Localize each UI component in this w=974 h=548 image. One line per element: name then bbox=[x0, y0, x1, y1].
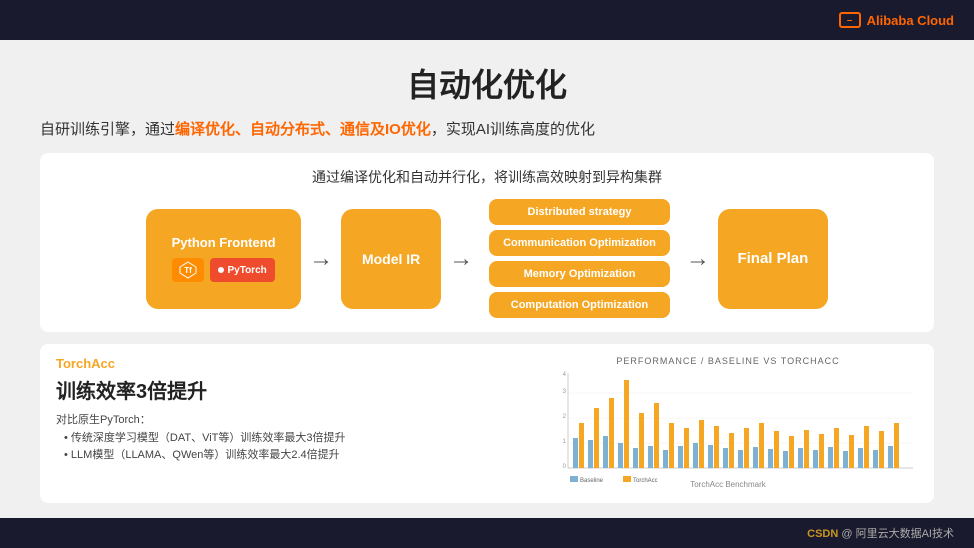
subtitle-part1: 自研训练引擎，通过 bbox=[40, 121, 175, 138]
computation-optimization-box: Computation Optimization bbox=[489, 292, 670, 318]
model-ir-box: Model IR bbox=[341, 209, 441, 309]
alibaba-logo-text: Alibaba Cloud bbox=[867, 13, 954, 28]
tensorflow-logo: Tf bbox=[172, 258, 204, 282]
pytorch-text: PyTorch bbox=[227, 265, 266, 276]
alibaba-logo: Alibaba Cloud bbox=[839, 12, 954, 28]
desc-item-1: 传统深度学习模型（DAT、ViT等）训练效率最大3倍提升 bbox=[64, 430, 522, 448]
pytorch-logo: PyTorch bbox=[210, 258, 275, 282]
footer-company: 阿里云大数据AI技术 bbox=[856, 528, 954, 540]
top-bar: Alibaba Cloud bbox=[0, 0, 974, 40]
svg-text:TorchAcc: TorchAcc bbox=[633, 478, 658, 484]
subtitle-highlight: 编译优化、自动分布式、通信及IO优化 bbox=[175, 121, 431, 138]
framework-logos: Tf PyTorch bbox=[172, 258, 275, 282]
diagram-title: 通过编译优化和自动并行化，将训练高效映射到异构集群 bbox=[60, 167, 914, 187]
diagram-box: 通过编译优化和自动并行化，将训练高效映射到异构集群 Python Fronten… bbox=[40, 153, 934, 332]
svg-text:Tf: Tf bbox=[184, 266, 192, 275]
arrow-1: → bbox=[309, 245, 333, 273]
bottom-left: TorchAcc 训练效率3倍提升 对比原生PyTorch： 传统深度学习模型（… bbox=[56, 356, 522, 491]
optimization-stack: Distributed strategy Communication Optim… bbox=[489, 199, 670, 318]
chart-title: PERFORMANCE / BASELINE VS TORCHACC bbox=[538, 356, 918, 366]
chart-area: 0 1 2 3 4 bbox=[538, 368, 918, 488]
subtitle-part2: ，实现AI训练高度的优化 bbox=[431, 121, 595, 138]
desc-intro: 对比原生PyTorch： bbox=[56, 414, 151, 426]
svg-text:Baseline: Baseline bbox=[580, 478, 604, 484]
distributed-strategy-box: Distributed strategy bbox=[489, 199, 670, 225]
footer-separator: @ bbox=[841, 528, 852, 540]
desc-list: 传统深度学习模型（DAT、ViT等）训练效率最大3倍提升 LLM模型（LLAMA… bbox=[56, 430, 522, 465]
bottom-heading: 训练效率3倍提升 bbox=[56, 375, 522, 404]
footer-bar: CSDN @ 阿里云大数据AI技术 bbox=[0, 518, 974, 548]
final-plan-box: Final Plan bbox=[718, 209, 828, 309]
svg-text:0: 0 bbox=[563, 464, 567, 470]
memory-optimization-box: Memory Optimization bbox=[489, 261, 670, 287]
communication-optimization-box: Communication Optimization bbox=[489, 230, 670, 256]
svg-text:1: 1 bbox=[563, 439, 567, 445]
subtitle-line: 自研训练引擎，通过编译优化、自动分布式、通信及IO优化，实现AI训练高度的优化 bbox=[40, 118, 934, 139]
model-ir-label: Model IR bbox=[362, 251, 420, 267]
svg-text:3: 3 bbox=[563, 389, 567, 395]
csdn-label: CSDN bbox=[807, 528, 838, 540]
bottom-section: TorchAcc 训练效率3倍提升 对比原生PyTorch： 传统深度学习模型（… bbox=[40, 344, 934, 503]
page-title: 自动化优化 bbox=[40, 60, 934, 106]
slide: Alibaba Cloud 自动化优化 自研训练引擎，通过编译优化、自动分布式、… bbox=[0, 0, 974, 548]
alibaba-icon bbox=[839, 12, 861, 28]
bottom-desc: 对比原生PyTorch： 传统深度学习模型（DAT、ViT等）训练效率最大3倍提… bbox=[56, 412, 522, 465]
torchacc-label: TorchAcc bbox=[56, 356, 522, 371]
diagram-flow: Python Frontend Tf PyTorch bbox=[60, 199, 914, 318]
python-frontend-label: Python Frontend bbox=[172, 235, 276, 250]
pytorch-dot bbox=[218, 267, 224, 273]
bottom-right: PERFORMANCE / BASELINE VS TORCHACC 0 1 2… bbox=[538, 356, 918, 491]
arrow-2: → bbox=[449, 245, 473, 273]
main-content: 自动化优化 自研训练引擎，通过编译优化、自动分布式、通信及IO优化，实现AI训练… bbox=[0, 40, 974, 518]
python-frontend-box: Python Frontend Tf PyTorch bbox=[146, 209, 301, 309]
final-plan-label: Final Plan bbox=[737, 250, 808, 267]
arrow-3: → bbox=[686, 245, 710, 273]
bar-chart: 0 1 2 3 4 bbox=[538, 368, 918, 488]
footer-text: CSDN @ 阿里云大数据AI技术 bbox=[807, 525, 954, 541]
svg-text:4: 4 bbox=[563, 372, 567, 378]
desc-item-2: LLM模型（LLAMA、QWen等）训练效率最大2.4倍提升 bbox=[64, 447, 522, 465]
svg-text:2: 2 bbox=[563, 414, 567, 420]
